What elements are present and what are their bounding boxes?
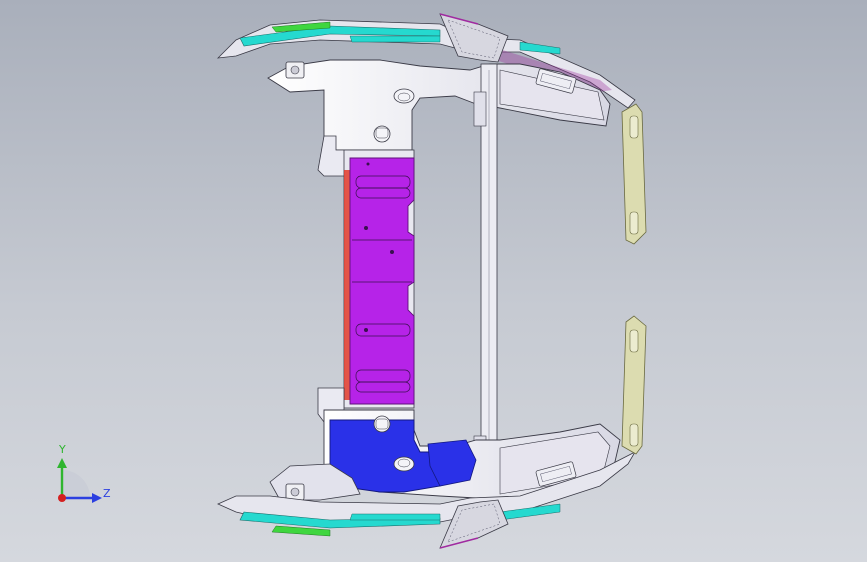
axis-z-label: Z (103, 487, 111, 500)
cad-model[interactable] (0, 0, 867, 562)
coordinate-triad-icon[interactable] (57, 458, 102, 503)
top-sill-assembly (216, 13, 636, 177)
inner-panel-wall (317, 149, 415, 423)
bottom-sill-assembly (217, 409, 637, 549)
graphics-viewport[interactable]: Y Z (0, 0, 867, 562)
center-pillar (473, 63, 498, 471)
lower-hinge-plate (621, 315, 647, 455)
upper-hinge-plate (621, 103, 647, 245)
axis-y-label: Y (59, 443, 66, 456)
